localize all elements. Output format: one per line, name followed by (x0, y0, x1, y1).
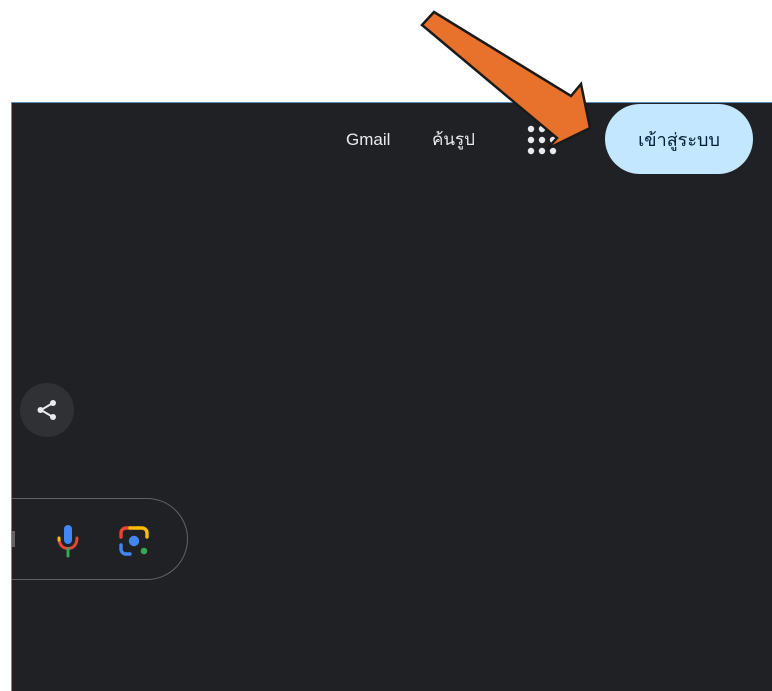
image-search-button[interactable] (116, 523, 152, 559)
screenshot-canvas: Gmail ค้นรูป เข้าสู่ระบบ (0, 0, 772, 691)
sign-in-button[interactable]: เข้าสู่ระบบ (605, 104, 753, 174)
voice-search-button[interactable] (52, 523, 84, 559)
search-box-divider (12, 531, 15, 547)
apps-grid-icon (527, 125, 557, 155)
share-button[interactable] (20, 383, 74, 437)
share-icon (37, 400, 56, 420)
search-box[interactable] (12, 498, 188, 580)
google-apps-button[interactable] (524, 122, 560, 158)
camera-lens-icon (119, 526, 149, 556)
microphone-icon (57, 525, 79, 558)
google-homepage: Gmail ค้นรูป เข้าสู่ระบบ (11, 102, 772, 691)
gmail-link[interactable]: Gmail (346, 129, 390, 151)
images-link[interactable]: ค้นรูป (432, 129, 475, 151)
